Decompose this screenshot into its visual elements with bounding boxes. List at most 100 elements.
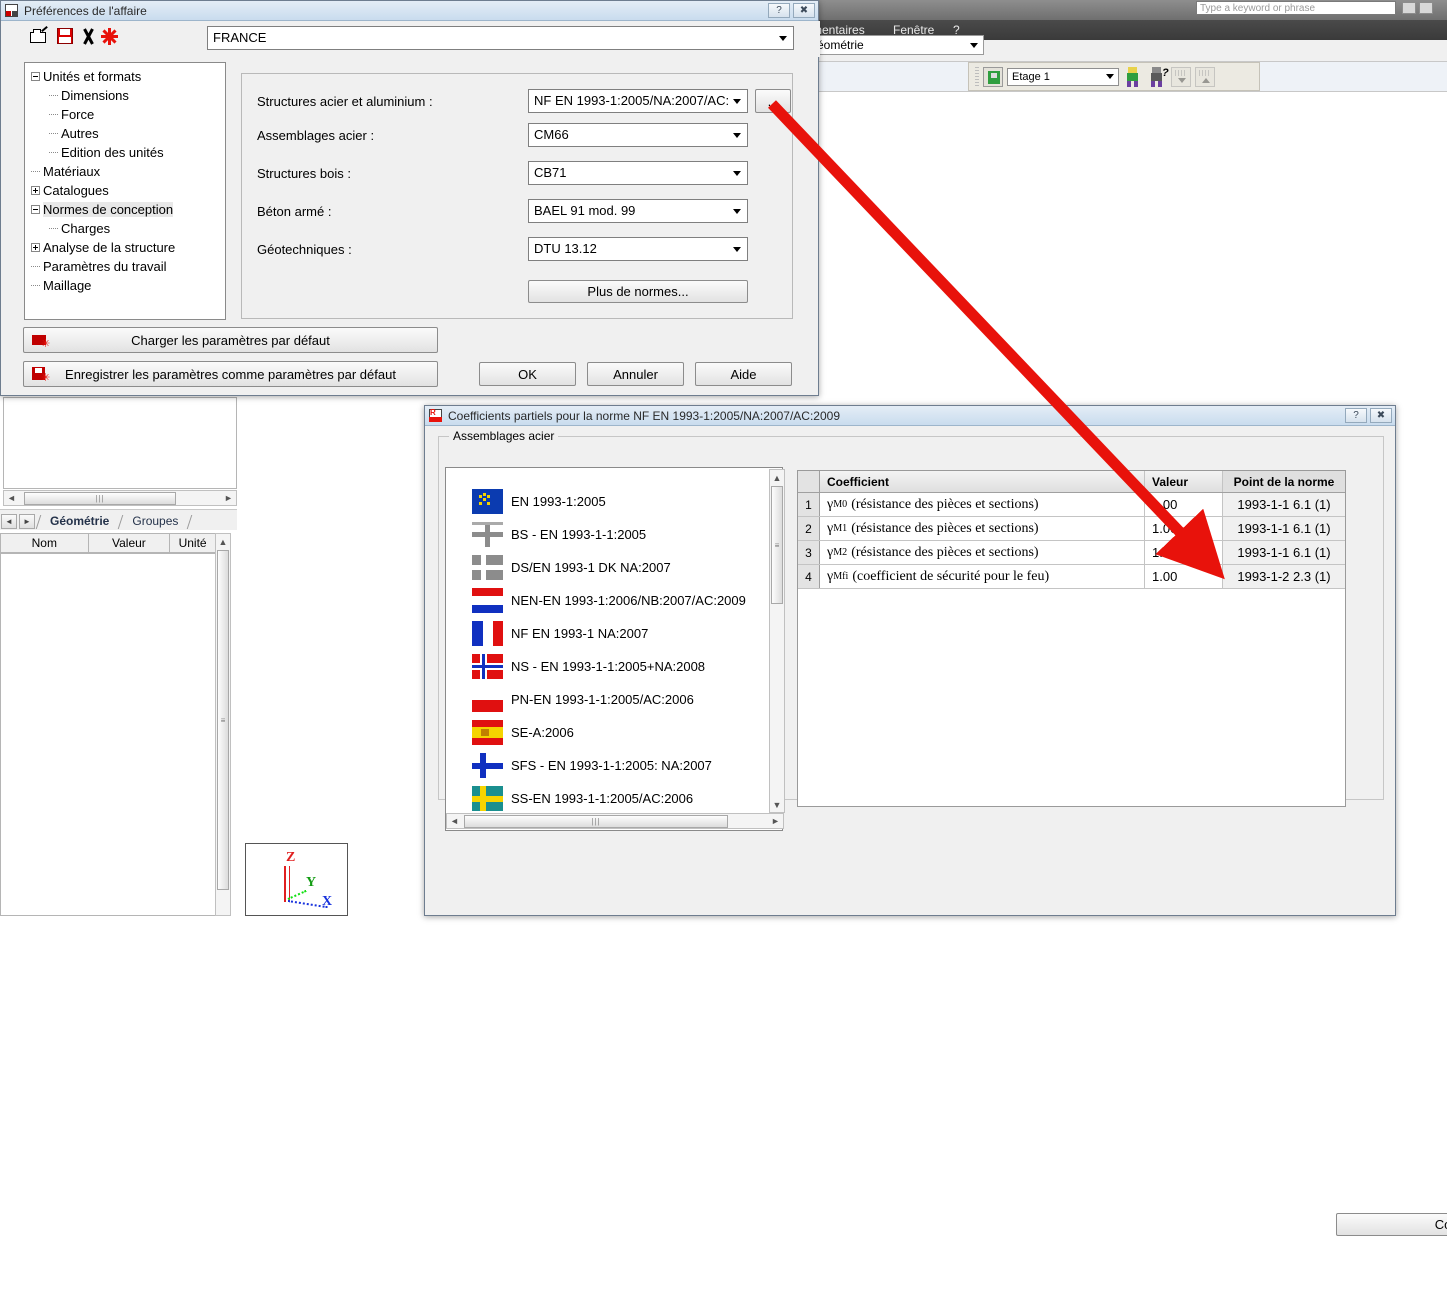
tree-item-analyse-de-la-structure[interactable]: Analyse de la structure <box>25 238 225 257</box>
open-folder-icon[interactable] <box>30 25 50 45</box>
tree-item-dimensions[interactable]: Dimensions <box>25 86 225 105</box>
collapse-icon[interactable] <box>31 72 40 81</box>
preferences-tree[interactable]: Unités et formats Dimensions Force Autres Ed… <box>24 62 226 320</box>
more-standards-button[interactable]: Plus de normes... <box>528 280 748 303</box>
storey-combo[interactable]: Etage 1 <box>1007 67 1119 86</box>
scroll-right-icon[interactable]: ► <box>221 491 236 505</box>
scroll-up-icon[interactable]: ▲ <box>216 534 230 549</box>
left-upper-hscrollbar[interactable]: ◄ ||| ► <box>3 490 237 506</box>
cell-index: 4 <box>798 565 820 588</box>
preferences-help-button[interactable]: Aide <box>695 362 792 386</box>
tab-geometrie[interactable]: Géométrie <box>41 513 118 530</box>
browse-standards-button[interactable]: ... <box>755 89 791 113</box>
hscroll-thumb[interactable]: ||| <box>464 814 728 828</box>
standards-listbox[interactable]: EN 1993-1:2005 BS - EN 1993-1-1:2005 DS/EN… <box>445 467 783 831</box>
scroll-left-icon[interactable]: ◄ <box>4 491 19 505</box>
scroll-up-icon[interactable]: ▲ <box>770 470 784 485</box>
collapse-icon[interactable] <box>31 205 40 214</box>
tree-item-autres[interactable]: Autres <box>25 124 225 143</box>
tree-item-unit-s-et-formats[interactable]: Unités et formats <box>25 67 225 86</box>
field-combo-3[interactable]: BAEL 91 mod. 99 <box>528 199 748 223</box>
profile-combo[interactable]: FRANCE <box>207 26 794 50</box>
help-button[interactable]: ? <box>1345 408 1367 423</box>
tree-item-charges[interactable]: Charges <box>25 219 225 238</box>
cell-index: 1 <box>798 493 820 516</box>
field-label-0: Structures acier et aluminium : <box>257 89 433 113</box>
preferences-cancel-button[interactable]: Annuler <box>587 362 684 386</box>
standards-list-vscrollbar[interactable]: ▲ ≡ ▼ <box>769 469 785 813</box>
expand-icon[interactable] <box>31 186 40 195</box>
tree-item-maillage[interactable]: Maillage <box>25 276 225 295</box>
list-item-label: PN-EN 1993-1-1:2005/AC:2006 <box>511 692 694 707</box>
help-button[interactable]: ? <box>768 3 790 18</box>
coefficients-titlebar[interactable]: R Coefficients partiels pour la norme NF… <box>425 406 1395 426</box>
table-row[interactable]: 4 γ Mfi (coefficient de sécurité pour le fe… <box>798 565 1345 589</box>
copy-to-user-set-button[interactable]: Copier vers le jeu utilisateur <box>1336 1213 1447 1236</box>
vscroll-thumb[interactable]: ≡ <box>217 550 229 890</box>
preferences-titlebar[interactable]: Préférences de l'affaire ? ✖ <box>1 1 818 21</box>
view-layout-combo[interactable]: éométrie <box>812 35 984 55</box>
cell-valeur[interactable]: 1.00 <box>1145 565 1223 588</box>
person-help-icon[interactable]: ? <box>1147 66 1169 88</box>
maximize-button[interactable] <box>1419 2 1433 14</box>
table-up-icon[interactable] <box>1195 66 1215 87</box>
list-item[interactable]: SE-A:2006 <box>446 716 782 749</box>
tree-branch-icon <box>31 266 40 267</box>
tree-item-edition-des-unit-s[interactable]: Edition des unités <box>25 143 225 162</box>
tab-prev-button[interactable]: ◄ <box>1 514 17 529</box>
table-row[interactable]: 2 γ M1 (résistance des pièces et sections) 1… <box>798 517 1345 541</box>
vscroll-thumb[interactable]: ≡ <box>771 486 783 604</box>
field-combo-4[interactable]: DTU 13.12 <box>528 237 748 261</box>
list-item[interactable]: SFS - EN 1993-1-1:2005: NA:2007 <box>446 749 782 782</box>
tab-groupes[interactable]: Groupes <box>123 513 187 530</box>
list-item[interactable]: BS - EN 1993-1-1:2005 <box>446 518 782 551</box>
list-item[interactable]: EN 1993-1:2005 <box>446 485 782 518</box>
list-item[interactable]: NF EN 1993-1 NA:2007 <box>446 617 782 650</box>
minimize-button[interactable] <box>1402 2 1416 14</box>
field-combo-1[interactable]: CM66 <box>528 123 748 147</box>
tree-branch-icon <box>49 114 58 115</box>
tree-item-catalogues[interactable]: Catalogues <box>25 181 225 200</box>
load-defaults-button[interactable]: ✳ Charger les paramètres par défaut <box>23 327 438 353</box>
expand-icon[interactable] <box>31 243 40 252</box>
scroll-down-icon[interactable]: ▼ <box>770 797 784 812</box>
delete-icon[interactable] <box>80 28 96 45</box>
tab-next-button[interactable]: ► <box>19 514 35 529</box>
list-item[interactable]: PN-EN 1993-1-1:2005/AC:2006 <box>446 683 782 716</box>
save-defaults-button[interactable]: ✳ Enregistrer les paramètres comme param… <box>23 361 438 387</box>
tree-item-force[interactable]: Force <box>25 105 225 124</box>
cell-coefficient: γ M2 (résistance des pièces et sections) <box>820 541 1145 564</box>
field-combo-2[interactable]: CB71 <box>528 161 748 185</box>
scroll-right-icon[interactable]: ► <box>768 814 783 828</box>
new-icon[interactable] <box>101 28 118 45</box>
scroll-left-icon[interactable]: ◄ <box>447 814 462 828</box>
standards-list-hscrollbar[interactable]: ◄ ||| ► <box>446 813 784 829</box>
coefficient-description: (coefficient de sécurité pour le feu) <box>852 568 1050 584</box>
properties-vscrollbar[interactable]: ▲ ≡ <box>215 533 231 916</box>
list-item[interactable]: NEN-EN 1993-1:2006/NB:2007/AC:2009 <box>446 584 782 617</box>
tree-item-mat-riaux[interactable]: Matériaux <box>25 162 225 181</box>
list-item[interactable]: SS-EN 1993-1-1:2005/AC:2006 <box>446 782 782 815</box>
close-button[interactable]: ✖ <box>793 3 815 18</box>
table-down-icon[interactable] <box>1171 66 1191 87</box>
drag-handle[interactable] <box>975 66 979 87</box>
person-color-icon[interactable] <box>1123 66 1143 88</box>
cell-valeur[interactable]: 1.00 <box>1145 493 1223 516</box>
save-icon[interactable] <box>57 28 74 45</box>
cell-valeur[interactable]: 1.00 <box>1145 517 1223 540</box>
help-search-input[interactable]: Type a keyword or phrase <box>1196 1 1396 15</box>
tree-item-label: Analyse de la structure <box>43 240 176 255</box>
list-item[interactable]: DS/EN 1993-1 DK NA:2007 <box>446 551 782 584</box>
close-button[interactable]: ✖ <box>1370 408 1392 423</box>
field-combo-0[interactable]: NF EN 1993-1:2005/NA:2007/AC: <box>528 89 748 113</box>
tree-item-param-tres-du-travail[interactable]: Paramètres du travail <box>25 257 225 276</box>
storey-icon[interactable] <box>983 66 1003 87</box>
hscroll-thumb[interactable]: ||| <box>24 491 176 505</box>
list-item[interactable]: NS - EN 1993-1-1:2005+NA:2008 <box>446 650 782 683</box>
preferences-ok-button[interactable]: OK <box>479 362 576 386</box>
cell-valeur[interactable]: 1.30 <box>1145 541 1223 564</box>
table-row[interactable]: 3 γ M2 (résistance des pièces et sections) 1… <box>798 541 1345 565</box>
tree-item-normes-de-conception[interactable]: Normes de conception <box>25 200 225 219</box>
table-row[interactable]: 1 γ M0 (résistance des pièces et sections) 1… <box>798 493 1345 517</box>
coefficients-table[interactable]: Coefficient Valeur Point de la norme 1 γ M0 (r… <box>797 470 1346 807</box>
